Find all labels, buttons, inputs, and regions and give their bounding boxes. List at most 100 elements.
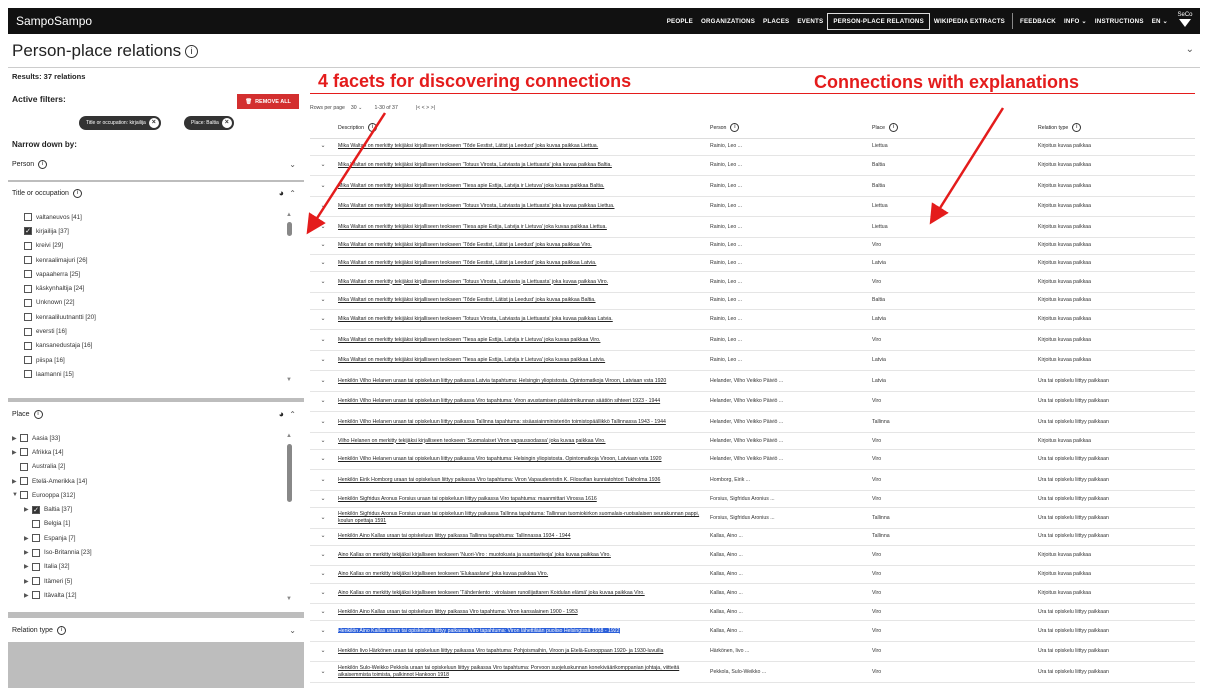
checkbox[interactable] xyxy=(32,591,40,600)
description-link[interactable]: Mika Waltari on merkitty tekijäksi kirja… xyxy=(338,242,592,248)
checkbox[interactable] xyxy=(24,256,32,265)
facet-option[interactable]: ✓ kirjailija [37] xyxy=(24,224,96,238)
caret-right-icon[interactable]: ▶ xyxy=(24,535,32,542)
facet-person[interactable]: Person i ⌄ xyxy=(8,152,304,176)
description-link[interactable]: Mika Waltari on merkitty tekijäksi kirja… xyxy=(338,260,596,266)
table-row[interactable]: ⌄ Mika Waltari on merkitty tekijäksi kirj… xyxy=(310,292,1195,310)
table-row[interactable]: ⌄ Mika Waltari on merkitty tekijäksi kirj… xyxy=(310,155,1195,177)
description-link[interactable]: Henkilön Iivo Härkönen uraan tai opiskel… xyxy=(338,648,663,654)
checkbox[interactable] xyxy=(20,448,28,457)
table-row[interactable]: ⌄ Henkilön Vilho Helanen uraan tai opiske… xyxy=(310,449,1195,471)
checkbox[interactable] xyxy=(24,370,32,379)
scroll-down-arrow[interactable]: ▼ xyxy=(286,596,292,602)
column-header-place[interactable]: Place i xyxy=(870,118,1036,139)
facet-option[interactable]: Unknown [22] xyxy=(24,296,96,310)
table-row[interactable]: ⌄ Henkilön Aino Kallas uraan tai opiskelu… xyxy=(310,603,1195,622)
checkbox[interactable] xyxy=(24,313,32,322)
expand-row-icon[interactable]: ⌄ xyxy=(310,545,336,567)
expand-row-icon[interactable]: ⌄ xyxy=(310,507,336,529)
expand-row-icon[interactable]: ⌄ xyxy=(310,391,336,413)
expand-row-icon[interactable]: ⌄ xyxy=(310,682,336,688)
table-row[interactable]: ⌄ Henkilön Vilho Helanen uraan tai opiske… xyxy=(310,411,1195,433)
expand-row-icon[interactable]: ⌄ xyxy=(310,237,336,255)
checkbox[interactable] xyxy=(24,356,32,365)
table-row[interactable]: ⌄ Mika Waltari on merkitty tekijäksi kirj… xyxy=(310,196,1195,218)
facet-tree-option[interactable]: ▶ Iso-Britannia [23] xyxy=(12,545,92,559)
seco-logo[interactable]: SeCo xyxy=(1172,12,1198,30)
checkbox[interactable] xyxy=(32,548,40,557)
expand-row-icon[interactable]: ⌄ xyxy=(310,490,336,509)
expand-row-icon[interactable]: ⌄ xyxy=(310,641,336,663)
chevron-up-icon[interactable]: ⌃ xyxy=(289,410,296,419)
checkbox[interactable] xyxy=(24,241,32,250)
column-header-description[interactable]: Description i xyxy=(336,118,708,139)
facet-tree-option[interactable]: ▶ Afrikka [14] xyxy=(12,445,92,459)
info-icon[interactable]: i xyxy=(888,123,898,133)
nav-item[interactable]: ORGANIZATIONS xyxy=(697,18,759,25)
expand-row-icon[interactable]: ⌄ xyxy=(310,620,336,642)
filter-chip-title[interactable]: Title or occupation: kirjailija × xyxy=(79,116,161,130)
nav-item[interactable]: PERSON-PLACE RELATIONS xyxy=(827,12,930,30)
table-row[interactable]: ⌄ Henkilön Sigfridus Aronus Forsius uraan… xyxy=(310,507,1195,529)
table-row[interactable]: ⌄ Mika Waltari on merkitty tekijäksi kirj… xyxy=(310,216,1195,238)
facet-tree-option[interactable]: ▶ Espanja [7] xyxy=(12,531,92,545)
expand-row-icon[interactable]: ⌄ xyxy=(310,138,336,156)
scrollbar-thumb[interactable] xyxy=(287,222,292,236)
description-link[interactable]: Mika Waltari on merkitty tekijäksi kirja… xyxy=(338,316,613,322)
info-icon[interactable]: i xyxy=(367,123,377,133)
remove-all-button[interactable]: 🗑 REMOVE ALL xyxy=(237,94,299,109)
table-row[interactable]: ⌄ Henkilön Iivo Härkönen uraan tai opiske… xyxy=(310,641,1195,663)
description-link[interactable]: Henkilön Vilho Helanen uraan tai opiskel… xyxy=(338,456,662,462)
table-row[interactable]: ⌄ Henkilön Aino Kallas uraan tai opiskelu… xyxy=(310,528,1195,546)
info-icon[interactable]: i xyxy=(72,188,82,198)
description-link[interactable]: Henkilön Eirik Homborg uraan tai opiskel… xyxy=(338,477,660,483)
description-link[interactable]: Mika Waltari on merkitty tekijäksi kirja… xyxy=(338,279,608,285)
expand-row-icon[interactable]: ⌄ xyxy=(310,292,336,310)
expand-row-icon[interactable]: ⌄ xyxy=(310,411,336,433)
chevron-up-icon[interactable]: ⌃ xyxy=(289,189,296,198)
info-icon[interactable]: i xyxy=(38,159,48,169)
pie-chart-icon[interactable]: ◕ xyxy=(279,188,284,198)
checkbox[interactable] xyxy=(32,519,40,528)
nav-item[interactable]: PLACES xyxy=(759,18,793,25)
facet-option[interactable]: käskynhaltija [24] xyxy=(24,281,96,295)
caret-down-icon[interactable]: ▼ xyxy=(12,492,20,498)
table-row[interactable]: ⌄ Henkilön Sulo-Weikko Pekkola uraan tai … xyxy=(310,661,1195,683)
app-title[interactable]: SampoSampo xyxy=(8,14,663,28)
scroll-up-arrow[interactable]: ▲ xyxy=(286,212,292,218)
rows-per-page-select[interactable]: 30 ⌄ xyxy=(351,105,363,111)
description-link[interactable]: Henkilön Aino Kallas uraan tai opiskeluu… xyxy=(338,627,620,634)
close-icon[interactable]: × xyxy=(148,118,159,128)
checkbox[interactable] xyxy=(32,562,40,571)
table-row[interactable]: ⌄ Henkilön Eirik Homborg uraan tai opiske… xyxy=(310,469,1195,491)
checkbox[interactable] xyxy=(20,491,28,500)
facet-option[interactable]: laamanni [15] xyxy=(24,367,96,381)
expand-row-icon[interactable]: ⌄ xyxy=(310,196,336,218)
column-header-relation-type[interactable]: Relation type i xyxy=(1036,118,1195,139)
nav-item[interactable]: WIKIPEDIA EXTRACTS xyxy=(930,18,1009,25)
scroll-up-arrow[interactable]: ▲ xyxy=(286,433,292,439)
checkbox[interactable] xyxy=(24,270,32,279)
info-icon[interactable]: i xyxy=(56,625,66,635)
description-link[interactable]: Henkilön Aino Kallas uraan tai opiskeluu… xyxy=(338,533,571,539)
expand-row-icon[interactable]: ⌄ xyxy=(310,271,336,293)
description-link[interactable]: Henkilön Aino Kallas uraan tai opiskeluu… xyxy=(338,609,578,615)
expand-row-icon[interactable]: ⌄ xyxy=(310,175,336,197)
caret-right-icon[interactable]: ▶ xyxy=(24,563,32,570)
caret-right-icon[interactable]: ▶ xyxy=(24,549,32,556)
expand-row-icon[interactable]: ⌄ xyxy=(310,661,336,683)
expand-row-icon[interactable]: ⌄ xyxy=(310,603,336,622)
table-row[interactable]: ⌄ Henkilön Sigfridus Aronus Forsius uraan… xyxy=(310,490,1195,509)
nav-item-right[interactable]: EN ⌄ xyxy=(1148,18,1172,25)
description-link[interactable]: Aino Kallas on merkitty tekijäksi kirjal… xyxy=(338,590,645,596)
caret-right-icon[interactable]: ▶ xyxy=(24,578,32,585)
expand-row-icon[interactable]: ⌄ xyxy=(310,254,336,273)
description-link[interactable]: Mika Waltari on merkitty tekijäksi kirja… xyxy=(338,224,607,230)
table-row[interactable]: ⌄ Aino Kallas on merkitty tekijäksi kirja… xyxy=(310,583,1195,604)
facet-tree-option[interactable]: Belgia [1] xyxy=(12,517,92,531)
table-row[interactable]: ⌄ Henkilön Aino Kallas uraan tai opiskelu… xyxy=(310,620,1195,642)
facet-option[interactable]: valtaneuvos [41] xyxy=(24,210,96,224)
facet-option[interactable]: kansanedustaja [16] xyxy=(24,339,96,353)
facet-option[interactable]: piispa [16] xyxy=(24,353,96,367)
facet-option[interactable]: eversti [16] xyxy=(24,324,96,338)
